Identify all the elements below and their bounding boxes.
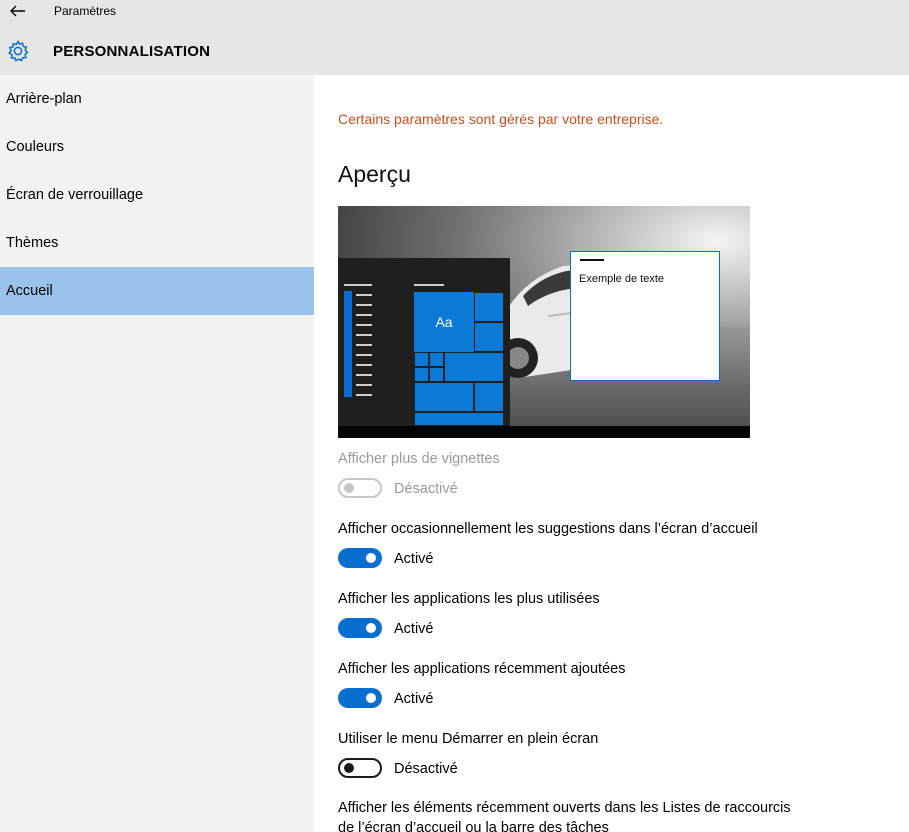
back-button[interactable] <box>6 2 30 20</box>
setting-label-recent-items: Afficher les éléments récemment ouverts … <box>338 800 791 832</box>
toggle-state-more-tiles: Désactivé <box>394 481 458 497</box>
setting-label-suggestions: Afficher occasionnellement les suggestio… <box>338 521 758 537</box>
back-arrow-icon <box>10 5 25 17</box>
toggle-most-used[interactable] <box>338 618 382 638</box>
toggle-recently-added[interactable] <box>338 688 382 708</box>
sidebar-item-accueil[interactable]: Accueil <box>0 267 314 315</box>
setting-label-recently-added: Afficher les applications récemment ajou… <box>338 661 626 677</box>
sidebar-item-ecran-verrouillage[interactable]: Écran de verrouillage <box>0 171 314 219</box>
setting-label-most-used: Afficher les applications les plus utili… <box>338 591 600 607</box>
window-title: Paramètres <box>54 4 117 18</box>
gear-icon <box>8 39 29 62</box>
page-title: PERSONNALISATION <box>53 43 211 60</box>
toggle-state-fullscreen-start: Désactivé <box>394 761 458 777</box>
toggle-state-most-used: Activé <box>394 621 434 637</box>
main-content: Certains paramètres sont gérés par votre… <box>314 75 909 832</box>
preview-sample-window: Exemple de texte <box>570 251 720 381</box>
toggle-more-tiles[interactable] <box>338 478 382 498</box>
title-bar: Paramètres PERSONNALISATION <box>0 0 909 75</box>
preview-taskbar <box>338 426 750 438</box>
toggle-state-recently-added: Activé <box>394 691 434 707</box>
setting-label-more-tiles: Afficher plus de vignettes <box>338 451 500 467</box>
toggle-state-suggestions: Activé <box>394 551 434 567</box>
preview-start-menu: Aa <box>338 258 510 426</box>
preview-heading: Aperçu <box>338 161 411 187</box>
preview-app-list <box>344 291 352 397</box>
preview-tile-aa: Aa <box>414 292 474 352</box>
toggle-suggestions[interactable] <box>338 548 382 568</box>
toggle-fullscreen-start[interactable] <box>338 758 382 778</box>
sidebar-item-arriere-plan[interactable]: Arrière-plan <box>0 75 314 123</box>
start-preview: Aa Exemple de texte <box>338 206 750 438</box>
preview-sample-text: Exemple de texte <box>579 273 664 285</box>
policy-notice: Certains paramètres sont gérés par votre… <box>338 111 664 127</box>
sidebar: Arrière-plan Couleurs Écran de verrouill… <box>0 75 314 832</box>
sidebar-item-couleurs[interactable]: Couleurs <box>0 123 314 171</box>
sidebar-item-themes[interactable]: Thèmes <box>0 219 314 267</box>
setting-label-fullscreen-start: Utiliser le menu Démarrer en plein écran <box>338 731 599 747</box>
